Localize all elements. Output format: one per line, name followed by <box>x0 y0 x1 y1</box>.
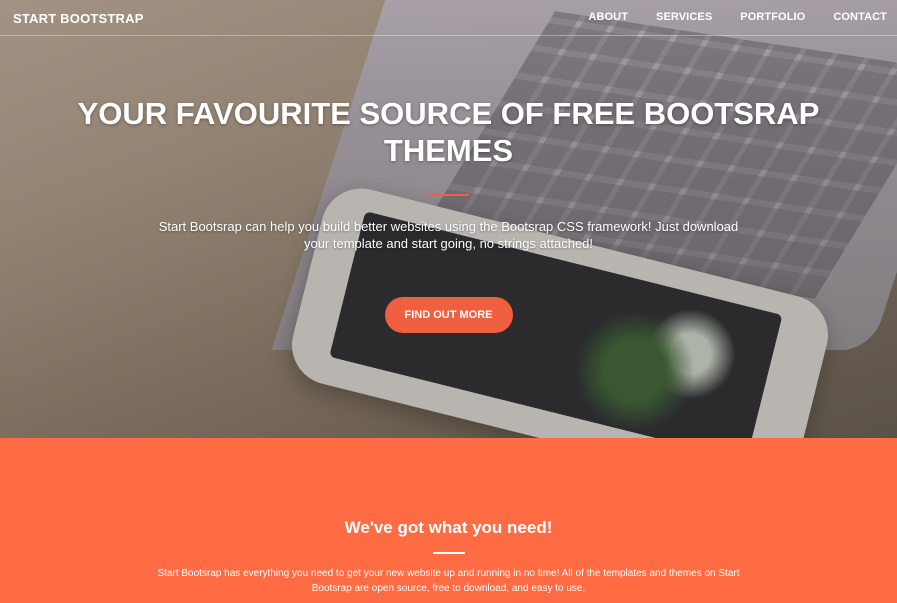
hero-title: YOUR FAVOURITE SOURCE OF FREE BOOTSRAP T… <box>77 96 820 168</box>
navbar: START BOOTSTRAP ABOUT SERVICES PORTFOLIO… <box>0 0 897 36</box>
hero-subtitle: Start Bootsrap can help you build better… <box>158 219 739 251</box>
hero-section: START BOOTSTRAP ABOUT SERVICES PORTFOLIO… <box>0 0 897 438</box>
services-section: We've got what you need! Start Bootsrap … <box>0 438 897 603</box>
brand-link[interactable]: START BOOTSTRAP <box>13 11 144 26</box>
nav-link-services[interactable]: SERVICES <box>656 11 712 23</box>
nav-link-about[interactable]: ABOUT <box>588 11 628 23</box>
find-out-more-button[interactable]: FIND OUT MORE <box>384 297 513 333</box>
services-title: We've got what you need! <box>344 518 553 537</box>
services-text: Start Bootsrap has everything you need t… <box>157 568 740 594</box>
services-divider <box>432 552 465 554</box>
nav-link-portfolio[interactable]: PORTFOLIO <box>740 11 805 23</box>
hero-content: YOUR FAVOURITE SOURCE OF FREE BOOTSRAP T… <box>0 95 897 333</box>
hero-divider <box>428 194 469 196</box>
nav-link-contact[interactable]: CONTACT <box>833 11 887 23</box>
nav-links: ABOUT SERVICES PORTFOLIO CONTACT <box>560 11 887 23</box>
